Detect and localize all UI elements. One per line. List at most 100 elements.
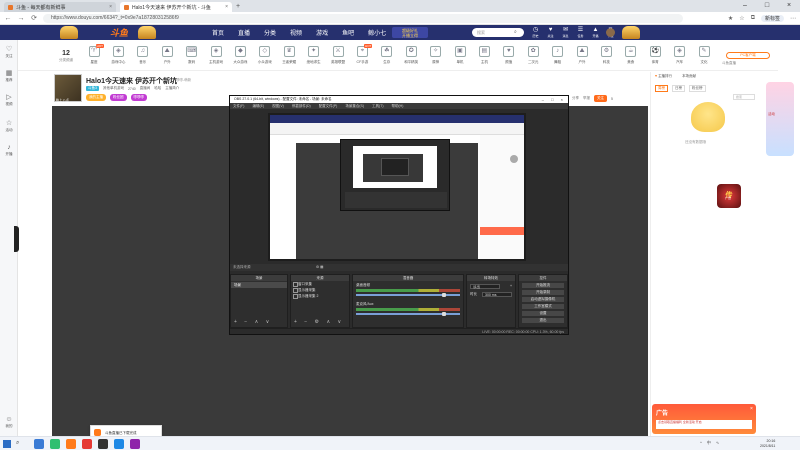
office-app-icon[interactable] [82,439,92,449]
extensions-icon[interactable]: ★ [728,15,733,22]
follow-icon[interactable]: ♥ 关注 [545,27,556,38]
category-item[interactable]: ⛰ 户外 [155,46,179,65]
settings-button[interactable]: 设置 [522,311,564,316]
obs-menu-item[interactable]: 帮助(H) [392,103,404,109]
sidebar-item-follow[interactable]: ♡ 关注 [0,46,18,59]
obs-preview[interactable] [268,113,526,261]
category-item[interactable]: ⌖ CF手游 HOT [350,44,374,65]
sidebar-item-me[interactable]: ☺ 我的 [0,416,18,429]
category-item[interactable]: ◈ 游戏中心 [106,46,130,65]
transition-add-icon[interactable]: + [510,284,512,289]
nav-item[interactable]: 首页 [212,28,224,37]
tab-rank[interactable]: 主播排行 [655,74,672,79]
windows-start-icon[interactable] [3,440,11,448]
promo-banner[interactable]: 超级好礼 开播立得 [392,27,428,38]
studio-mode-button[interactable]: 工作室模式 [522,304,564,309]
report-button[interactable]: 举报 [583,96,590,101]
category-item[interactable]: ♫ 音乐 [131,46,155,65]
scene-toolbar[interactable]: + − ∧ ∨ [234,319,272,325]
avatar[interactable] [606,28,615,37]
stream-tag[interactable]: 哆哆-萌新 [176,78,191,83]
close-tab-icon[interactable]: × [225,4,228,10]
nav-item[interactable]: 分类 [264,28,276,37]
source-item[interactable]: 显示器采集 2 [291,293,349,299]
browser-tab-active[interactable]: Halo1今天速来 伊苏开个新坑 - 斗鱼 × [120,2,232,12]
nav-item[interactable]: 游戏 [316,28,328,37]
pill-button[interactable]: 我的主播 [86,94,106,101]
category-item[interactable]: ◆ 大众游戏 [228,46,252,65]
tray-expand-icon[interactable]: ^ [700,440,702,446]
scene-item[interactable]: 场景 [231,282,287,288]
category-chip[interactable]: 斗鱼3 [86,86,99,91]
new-tab-button[interactable]: + [236,2,240,12]
nav-item[interactable]: 鲸小七 [368,28,386,37]
obs-app-icon[interactable] [98,439,108,449]
media-app-icon[interactable] [130,439,140,449]
source-toolbar[interactable]: + − ⚙ ∧ ∨ [294,319,344,325]
duration-input[interactable]: 300 ms [482,292,512,297]
stream-tag[interactable]: 单机 [164,78,171,83]
subtab-week[interactable]: 周榜 [655,85,668,92]
browser-app-icon[interactable] [34,439,44,449]
obs-menu-item[interactable]: 工具(T) [372,103,383,109]
sidebar-collapse-handle[interactable] [14,226,19,252]
forward-icon[interactable]: → [17,15,25,22]
site-logo[interactable]: 斗鱼 [110,26,128,39]
volume-slider[interactable] [356,293,460,297]
nav-item[interactable]: 鱼吧 [342,28,354,37]
obs-menu-item[interactable]: 停靠部件(D) [292,103,311,109]
browser-tab[interactable]: 斗鱼 - 每天都有新鲜事 × [4,2,116,12]
streamer-intro[interactable]: 主播简介 [165,86,179,91]
virtual-camera-button[interactable]: 启动虚拟摄像机 [522,297,564,302]
category-item[interactable]: ✿ 二次元 [521,46,545,65]
ime-icon[interactable]: 中 [707,440,711,446]
category-item[interactable]: ✦ 绝地求生 [302,46,326,65]
category-item[interactable]: ♪ 舞蹈 [546,46,570,65]
volume-slider[interactable] [356,312,460,316]
douyu-app-icon[interactable] [66,439,76,449]
close-icon[interactable]: × [750,406,753,412]
sidebar-item-activity[interactable]: ☆ 活动 [0,120,18,133]
properties-filters[interactable]: ⚙ ▦ [316,264,323,271]
follow-button[interactable]: 关注 [594,95,607,102]
category-item[interactable]: ✧ 原神 [424,46,448,65]
floating-activity-banner[interactable] [766,82,794,156]
pill-button[interactable]: 粉丝团 [110,94,127,101]
close-tab-icon[interactable]: × [109,4,112,10]
obs-menu-item[interactable]: 场景集合(S) [345,103,364,109]
category-item[interactable]: ⌨ 数码 [180,46,204,65]
category-item[interactable]: ◇ 小众游戏 [253,46,277,65]
sidebar-item-recommend[interactable]: ▦ 推荐 [0,70,18,83]
maximize-icon[interactable]: □ [756,0,778,12]
upload-icon[interactable]: ▲ 开播 [590,27,601,38]
history-icon[interactable]: ◷ 历史 [530,27,541,38]
favorites-icon[interactable]: ☆ [739,15,744,22]
explorer-app-icon[interactable] [114,439,124,449]
start-streaming-button[interactable]: 开始推流 [522,283,564,288]
category-item[interactable]: ◈ 汽车 [668,46,692,65]
obs-menu-item[interactable]: 文件(F) [233,103,244,109]
category-item[interactable]: ♥ 颜值 [497,46,521,65]
pill-button[interactable]: 哆哆哆 [130,94,147,101]
category-item[interactable]: ♛ 王者荣耀 [277,46,301,65]
obs-window-controls[interactable]: – □ × [542,96,566,103]
category-item[interactable]: ☘ 生存 [375,46,399,65]
start-recording-button[interactable]: 开始录制 [522,290,564,295]
sidebar-item-video[interactable]: ▷ 视频 [0,94,18,107]
nav-item[interactable]: 视频 [290,28,302,37]
obs-menu-item[interactable]: 编辑(E) [252,103,264,109]
category-item[interactable]: ⛰ 户外 [570,46,594,65]
close-window-icon[interactable]: × [778,0,800,12]
collections-icon[interactable]: ⧉ [751,15,755,22]
subtab-day[interactable]: 日榜 [672,85,685,92]
right-panel-search[interactable]: 搜索 [733,94,755,100]
wifi-icon[interactable]: ∿ [716,440,719,446]
reload-icon[interactable]: ⟳ [30,14,38,22]
category-item[interactable]: ⚙ 科技 [594,46,618,65]
obs-menu-item[interactable]: 视图(V) [272,103,284,109]
nav-item[interactable]: 直播 [238,28,250,37]
subtab-fans[interactable]: 粉丝榜 [689,85,706,92]
minimize-icon[interactable]: – [734,0,756,12]
url-field[interactable]: https://www.douyu.com/6634?_t=0x9e7a1872… [43,13,683,23]
category-item[interactable]: ☕ 美食 [619,46,643,65]
